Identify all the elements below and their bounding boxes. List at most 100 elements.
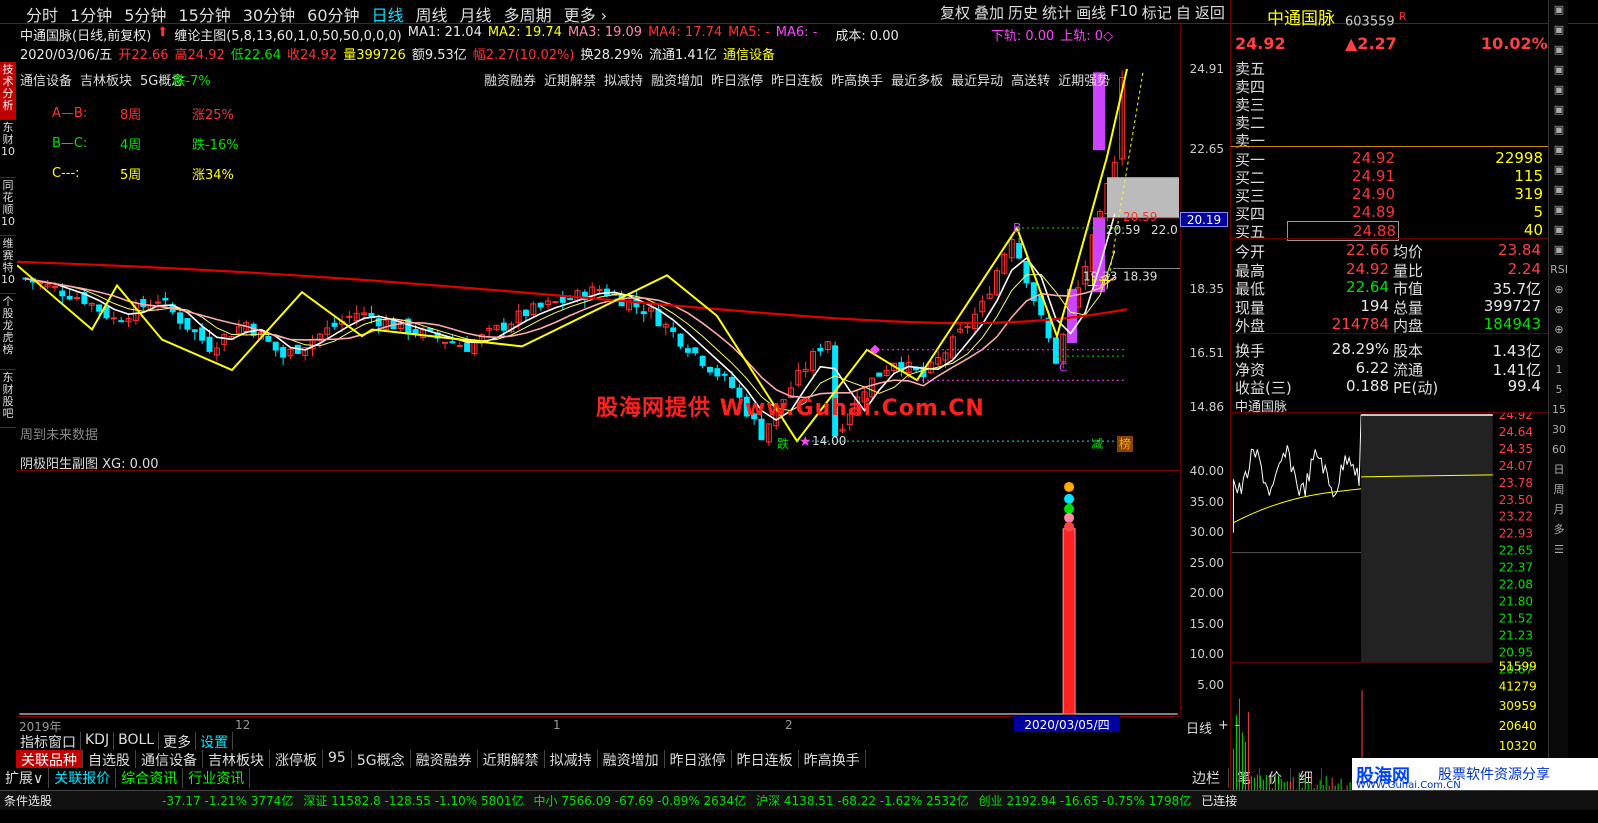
menu-item-8[interactable]: 返回 xyxy=(1193,2,1227,23)
left-tab-3[interactable]: 维赛特10 xyxy=(0,236,16,294)
toolbar-button-15[interactable]: ⊕ xyxy=(1549,300,1569,320)
menu-item-3[interactable]: 统计 xyxy=(1040,2,1074,23)
condition-select-button[interactable]: 条件选股 xyxy=(4,792,52,809)
block-tab-12[interactable]: 昨日连板 xyxy=(732,750,799,769)
side-button-0[interactable]: 边栏 xyxy=(1184,768,1229,788)
left-tab-1[interactable]: 东财10 xyxy=(0,120,16,178)
feature-tag-4[interactable]: 昨日涨停 xyxy=(711,70,763,89)
indicator-tab-1[interactable]: KDJ xyxy=(81,732,115,750)
block-tab-2[interactable]: 通信设备 xyxy=(136,750,203,769)
menu-item-7[interactable]: 自 xyxy=(1174,2,1193,23)
feature-tag-9[interactable]: 高送转 xyxy=(1011,70,1050,89)
feature-tag-2[interactable]: 拟减持 xyxy=(604,70,643,89)
toolbar-button-13[interactable]: RSI xyxy=(1549,260,1569,280)
toolbar-button-25[interactable]: 月 xyxy=(1549,500,1569,520)
block-tab-7[interactable]: 融资融券 xyxy=(411,750,478,769)
ext-tab-3[interactable]: 行业资讯 xyxy=(183,768,251,788)
up-arrow-icon[interactable]: ⬆ xyxy=(157,25,168,44)
mini-button-2[interactable]: - xyxy=(1235,718,1240,737)
mini-button-1[interactable]: + xyxy=(1218,718,1229,737)
toolbar-button-21[interactable]: 30 xyxy=(1549,420,1569,440)
block-tab-10[interactable]: 融资增加 xyxy=(598,750,665,769)
ext-tab-2[interactable]: 综合资讯 xyxy=(116,768,184,788)
period-tab-6[interactable]: 日线 xyxy=(366,2,410,26)
toolbar-button-27[interactable]: ☰ xyxy=(1549,540,1569,560)
period-tab-10[interactable]: 更多 › xyxy=(558,2,614,26)
block-tab-1[interactable]: 自选股 xyxy=(83,750,136,769)
period-tab-5[interactable]: 60分钟 xyxy=(301,2,365,26)
period-tab-8[interactable]: 月线 xyxy=(454,2,498,26)
toolbar-button-11[interactable]: ▣ xyxy=(1549,220,1569,240)
menu-item-0[interactable]: 复权 xyxy=(938,2,972,23)
ext-tab-0[interactable]: 扩展∨ xyxy=(0,768,50,788)
main-indicator-name[interactable]: 缠论主图(5,8,13,60,1,0,50,50,0,0,0) xyxy=(174,25,402,44)
indicator-tab-3[interactable]: 更多 xyxy=(159,732,197,751)
toolbar-button-4[interactable]: ▣ xyxy=(1549,80,1569,100)
block-tab-5[interactable]: 95 xyxy=(323,750,352,768)
toolbar-button-3[interactable]: ▣ xyxy=(1549,60,1569,80)
toolbar-button-23[interactable]: 日 xyxy=(1549,460,1569,480)
toolbar-button-10[interactable]: ▣ xyxy=(1549,200,1569,220)
toolbar-button-12[interactable]: ▣ xyxy=(1549,240,1569,260)
block-tab-3[interactable]: 吉林板块 xyxy=(203,750,270,769)
toolbar-button-19[interactable]: 5 xyxy=(1549,380,1569,400)
toolbar-button-1[interactable]: ▣ xyxy=(1549,20,1569,40)
block-tab-8[interactable]: 近期解禁 xyxy=(478,750,545,769)
toolbar-button-6[interactable]: ▣ xyxy=(1549,120,1569,140)
toolbar-button-7[interactable]: ▣ xyxy=(1549,140,1569,160)
menu-item-2[interactable]: 历史 xyxy=(1006,2,1040,23)
ext-tab-1[interactable]: 关联报价 xyxy=(49,768,117,788)
toolbar-button-2[interactable]: ▣ xyxy=(1549,40,1569,60)
indicator-tab-0[interactable]: 指标窗口 xyxy=(16,732,81,751)
left-tab-4[interactable]: 个股龙虎榜 xyxy=(0,294,16,370)
period-tab-4[interactable]: 30分钟 xyxy=(237,2,301,26)
mini-button-0[interactable]: 日线 xyxy=(1186,718,1212,737)
feature-tag-3[interactable]: 融资增加 xyxy=(651,70,703,89)
toolbar-button-5[interactable]: ▣ xyxy=(1549,100,1569,120)
feature-tag-1[interactable]: 近期解禁 xyxy=(544,70,596,89)
period-tab-9[interactable]: 多周期 xyxy=(498,2,558,26)
toolbar-button-17[interactable]: ⊕ xyxy=(1549,340,1569,360)
indicator-tab-2[interactable]: BOLL xyxy=(114,732,160,750)
menu-item-1[interactable]: 叠加 xyxy=(972,2,1006,23)
toolbar-button-9[interactable]: ▣ xyxy=(1549,180,1569,200)
toolbar-button-24[interactable]: 周 xyxy=(1549,480,1569,500)
feature-tag-0[interactable]: 融资融券 xyxy=(484,70,536,89)
toolbar-button-18[interactable]: 1 xyxy=(1549,360,1569,380)
menu-item-4[interactable]: 画线 xyxy=(1074,2,1108,23)
block-tab-0[interactable]: 关联品种 xyxy=(16,750,83,769)
left-tab-5[interactable]: 东财股吧 xyxy=(0,370,16,428)
toolbar-button-20[interactable]: 15 xyxy=(1549,400,1569,420)
period-tab-7[interactable]: 周线 xyxy=(410,2,454,26)
block-tab-6[interactable]: 5G概念 xyxy=(352,750,411,769)
menu-item-5[interactable]: F10 xyxy=(1108,2,1140,23)
toolbar-button-14[interactable]: ⊕ xyxy=(1549,280,1569,300)
block-tab-13[interactable]: 昨高换手 xyxy=(799,750,866,769)
concept-item-0[interactable]: 通信设备 xyxy=(20,70,72,89)
block-tab-9[interactable]: 拟减持 xyxy=(545,750,598,769)
feature-tag-5[interactable]: 昨日连板 xyxy=(771,70,823,89)
sub-indicator-chart[interactable] xyxy=(17,470,1180,716)
period-tab-3[interactable]: 15分钟 xyxy=(172,2,236,26)
toolbar-button-26[interactable]: 多 xyxy=(1549,520,1569,540)
toolbar-button-0[interactable]: ▣ xyxy=(1549,0,1569,20)
toolbar-button-22[interactable]: 60 xyxy=(1549,440,1569,460)
block-tab-11[interactable]: 昨日涨停 xyxy=(665,750,732,769)
intraday-mini-chart[interactable]: 24.92 24.64 24.35 24.07 23.78 23.50 23.22 22.93… xyxy=(1231,412,1549,790)
period-tab-2[interactable]: 5分钟 xyxy=(118,2,172,26)
period-tab-0[interactable]: 分时 xyxy=(20,2,64,26)
period-tab-1[interactable]: 1分钟 xyxy=(64,2,118,26)
sector-link[interactable]: 通信设备 xyxy=(723,44,775,63)
feature-tag-10[interactable]: 近期强势 xyxy=(1058,70,1110,89)
left-tab-0[interactable]: 技术分析 xyxy=(0,62,16,120)
block-tab-4[interactable]: 涨停板 xyxy=(270,750,323,769)
indicator-tab-4[interactable]: 设置 xyxy=(196,732,234,751)
feature-tag-8[interactable]: 最近异动 xyxy=(951,70,1003,89)
toolbar-button-8[interactable]: ▣ xyxy=(1549,160,1569,180)
feature-tag-6[interactable]: 昨高换手 xyxy=(831,70,883,89)
feature-tag-7[interactable]: 最近多板 xyxy=(891,70,943,89)
left-tab-2[interactable]: 同花顺10 xyxy=(0,178,16,236)
menu-item-6[interactable]: 标记 xyxy=(1140,2,1174,23)
concept-item-1[interactable]: 吉林板块 xyxy=(80,70,132,89)
toolbar-button-16[interactable]: ⊕ xyxy=(1549,320,1569,340)
